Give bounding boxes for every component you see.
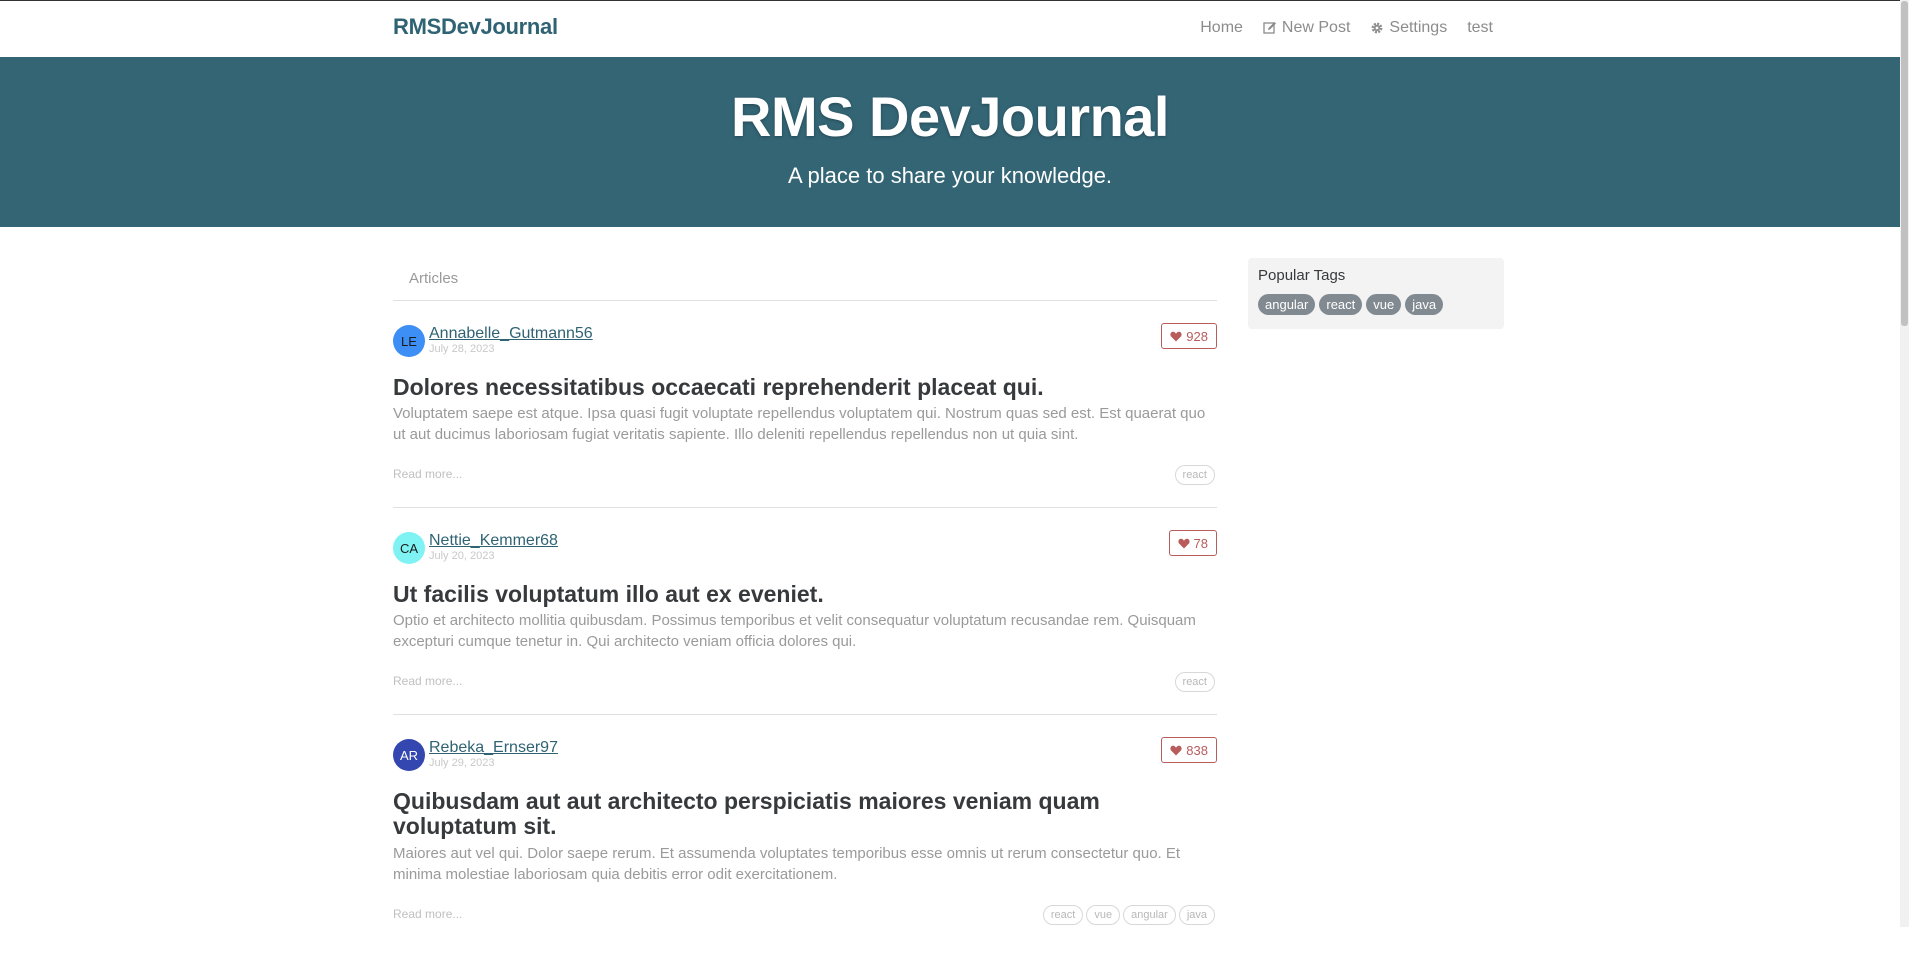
nav-settings[interactable]: Settings (1370, 19, 1447, 37)
tag-pill-java[interactable]: java (1405, 294, 1444, 315)
read-more-link[interactable]: Read more... (393, 674, 462, 688)
favorite-button[interactable]: 78 (1168, 530, 1217, 556)
article-description: Optio et architecto mollitia quibusdam. … (393, 612, 1196, 650)
article-description: Voluptatem saepe est atque. Ipsa quasi f… (393, 405, 1206, 443)
article-tag[interactable]: vue (1086, 905, 1121, 925)
favorite-button[interactable]: 838 (1161, 737, 1217, 763)
nav-links: Home New Post Settings test (1200, 19, 1493, 37)
hero-banner: RMS DevJournal A place to share your kno… (0, 57, 1900, 227)
article-tag[interactable]: react (1174, 465, 1215, 485)
brand-logo[interactable]: RMSDevJournal (393, 14, 558, 40)
nav-new-post-label: New Post (1281, 19, 1351, 36)
tab-articles[interactable]: Articles (409, 270, 458, 287)
article-tag-list: react vue angular java (1042, 905, 1215, 925)
author-link[interactable]: Nettie_Kemmer68 (429, 532, 558, 550)
article-date: July 28, 2023 (429, 343, 495, 355)
nav-user[interactable]: test (1467, 19, 1493, 37)
favorite-count: 838 (1186, 742, 1208, 758)
nav-user-label: test (1467, 19, 1493, 36)
nav-new-post[interactable]: New Post (1263, 19, 1350, 37)
article-feed: Articles LE Annabelle_Gutmann56 July 28,… (393, 258, 1217, 955)
banner-title: RMS DevJournal (731, 85, 1170, 148)
article-preview: CA Nettie_Kemmer68 July 20, 2023 78 Ut f… (393, 508, 1217, 715)
popular-tags-label: Popular Tags (1258, 267, 1346, 284)
tag-pill-vue[interactable]: vue (1366, 294, 1402, 315)
avatar[interactable]: LE (393, 325, 425, 357)
article-description: Maiores aut vel qui. Dolor saepe rerum. … (393, 845, 1181, 883)
tag-pill-react[interactable]: react (1319, 294, 1363, 315)
heart-icon (1170, 331, 1182, 341)
nav-home-label: Home (1200, 19, 1243, 36)
author-link[interactable]: Rebeka_Ernser97 (429, 739, 558, 757)
nav-settings-label: Settings (1389, 19, 1448, 36)
article-tag[interactable]: java (1178, 905, 1215, 925)
article-title[interactable]: Quibusdam aut aut architecto perspiciati… (393, 789, 1193, 839)
article-tag-list: react (1174, 672, 1215, 692)
scrollbar-thumb[interactable] (1901, 1, 1908, 326)
navbar: RMSDevJournal Home New Post Settings tes… (0, 1, 1900, 56)
read-more-link[interactable]: Read more... (393, 907, 462, 921)
popular-tag-list: angular react vue java (1258, 294, 1444, 315)
article-tag[interactable]: react (1174, 672, 1215, 692)
author-link[interactable]: Annabelle_Gutmann56 (429, 325, 593, 343)
article-preview: LE Annabelle_Gutmann56 July 28, 2023 928… (393, 301, 1217, 508)
tag-pill-angular[interactable]: angular (1258, 294, 1316, 315)
article-title[interactable]: Dolores necessitatibus occaecati reprehe… (393, 375, 1044, 400)
banner-subtitle: A place to share your knowledge. (787, 163, 1113, 188)
article-tag[interactable]: angular (1123, 905, 1176, 925)
read-more-link[interactable]: Read more... (393, 467, 462, 481)
article-title[interactable]: Ut facilis voluptatum illo aut ex evenie… (393, 582, 824, 607)
gear-icon (1371, 22, 1383, 34)
article-date: July 20, 2023 (429, 550, 495, 562)
nav-home[interactable]: Home (1200, 19, 1243, 37)
popular-tags-sidebar: Popular Tags angular react vue java (1248, 258, 1504, 329)
article-tag-list: react (1174, 465, 1215, 485)
favorite-count: 928 (1186, 328, 1208, 344)
feed-toggle: Articles (393, 258, 1217, 301)
favorite-button[interactable]: 928 (1161, 323, 1217, 349)
article-tag[interactable]: react (1042, 905, 1084, 925)
avatar[interactable]: AR (393, 739, 425, 771)
heart-icon (1177, 538, 1190, 548)
heart-icon (1170, 745, 1182, 755)
avatar[interactable]: CA (393, 532, 425, 564)
edit-icon (1263, 22, 1276, 34)
favorite-count: 78 (1193, 535, 1208, 551)
article-date: July 29, 2023 (429, 757, 495, 769)
article-preview: AR Rebeka_Ernser97 July 29, 2023 838 Qui… (393, 715, 1217, 955)
